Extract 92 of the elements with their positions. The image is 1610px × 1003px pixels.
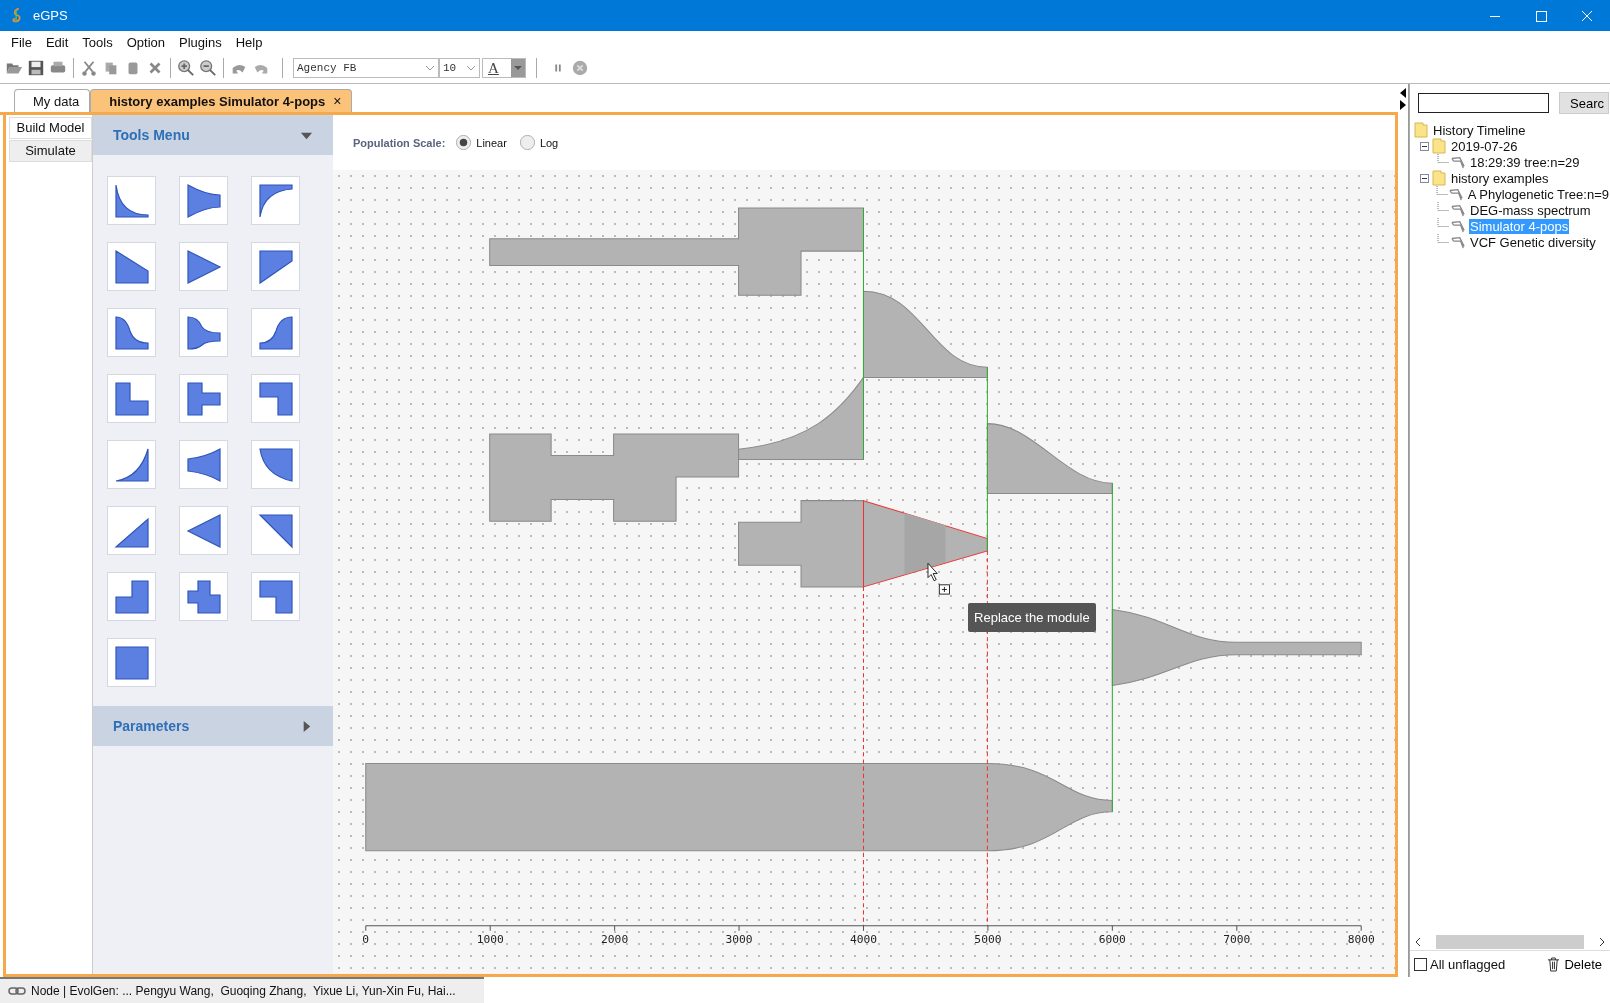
tree-guide-line	[1437, 234, 1449, 243]
chevron-down-icon	[466, 65, 476, 71]
shape-module-button[interactable]	[251, 308, 300, 357]
window-title: eGPS	[33, 8, 68, 23]
tree-item[interactable]: History Timeline	[1432, 122, 1527, 138]
scale-radio[interactable]: Linear	[455, 134, 507, 151]
close-tab-button[interactable]: ×	[333, 93, 342, 109]
shape-module-button[interactable]	[251, 176, 300, 225]
app-logo-icon	[11, 7, 23, 24]
shape-module-button[interactable]	[107, 506, 156, 555]
tree-record-icon	[1451, 218, 1465, 234]
side-tab[interactable]: Simulate	[9, 140, 92, 162]
shape-module-button[interactable]	[107, 308, 156, 357]
menu-item[interactable]: Help	[228, 34, 270, 50]
axis-label: 5000	[974, 933, 1002, 947]
shape-module-button[interactable]	[179, 572, 228, 621]
axis-label: 1000	[476, 933, 504, 947]
side-tab[interactable]: Build Model	[9, 117, 92, 139]
axis-label: 3000	[725, 933, 753, 947]
shape-module-button[interactable]	[179, 242, 228, 291]
scale-radio[interactable]: Log	[518, 134, 559, 151]
panel-title: Tools Menu	[113, 127, 190, 143]
link-icon	[8, 986, 26, 996]
menu-item[interactable]: Plugins	[172, 34, 229, 50]
font-size-dropdown[interactable]: 10	[439, 58, 480, 78]
axis-label: 7000	[1223, 933, 1251, 947]
splitter-arrows-icon[interactable]	[1400, 86, 1406, 110]
shape-module-button[interactable]	[107, 638, 156, 687]
shape-module-button[interactable]	[179, 440, 228, 489]
document-tab[interactable]: history examples Simulator 4-pops ×	[90, 89, 353, 112]
tree-item[interactable]: DEG-mass spectrum	[1469, 202, 1592, 218]
axis-label: 6000	[1098, 933, 1126, 947]
shape-module-button[interactable]	[251, 572, 300, 621]
panel-title: Parameters	[113, 718, 190, 734]
tooltip: Replace the module	[968, 603, 1096, 633]
search-field[interactable]	[1418, 93, 1549, 113]
font-dropdown[interactable]: Agency FB	[293, 58, 439, 78]
document-tab[interactable]: My data	[14, 89, 91, 112]
shape-module-button[interactable]	[107, 440, 156, 489]
tree-record-icon	[1451, 234, 1465, 250]
cut-icon[interactable]	[80, 59, 98, 77]
tree-guide-line	[1437, 202, 1449, 211]
tree-guide-line	[1437, 218, 1449, 227]
menu-item[interactable]: Edit	[38, 34, 76, 50]
shape-module-button[interactable]	[251, 242, 300, 291]
save-icon[interactable]	[27, 59, 45, 77]
collapse-toggle-icon[interactable]	[1419, 173, 1429, 183]
axis-label: 2000	[601, 933, 629, 947]
tree-item[interactable]: 2019-07-26	[1450, 138, 1519, 154]
axis-label: 0	[362, 933, 370, 947]
cursor-icon	[927, 562, 950, 595]
tree-item[interactable]: 18:29:39 tree:n=29	[1469, 154, 1581, 170]
shape-module-button[interactable]	[179, 374, 228, 423]
scroll-left-icon[interactable]	[1414, 937, 1422, 947]
shape-module-button[interactable]	[107, 374, 156, 423]
tree-record-icon	[1448, 186, 1463, 202]
tree-item[interactable]: history examples	[1450, 170, 1550, 186]
menu-item[interactable]: Option	[119, 34, 173, 50]
menu-item[interactable]: File	[4, 34, 39, 50]
folder-icon	[1432, 138, 1446, 154]
tree-guide-line	[1437, 154, 1449, 163]
tree-record-icon	[1451, 202, 1465, 218]
shape-module-button[interactable]	[179, 506, 228, 555]
folder-icon	[1414, 122, 1428, 138]
shape-module-button[interactable]	[179, 176, 228, 225]
delete-button[interactable]: Delete	[1547, 956, 1602, 972]
shape-module-button[interactable]	[107, 242, 156, 291]
collapse-toggle-icon[interactable]	[1419, 141, 1429, 151]
all-unflagged-checkbox[interactable]: All unflagged	[1414, 956, 1506, 972]
trash-icon	[1547, 956, 1561, 972]
shape-module-button[interactable]	[107, 572, 156, 621]
shape-module-button[interactable]	[251, 506, 300, 555]
shape-module-button[interactable]	[107, 176, 156, 225]
folder-icon	[1432, 170, 1446, 186]
population-scale-label: Population Scale:	[353, 136, 446, 149]
shape-module-button[interactable]	[251, 440, 300, 489]
tree-record-icon	[1451, 154, 1465, 170]
search-button[interactable]: Searc	[1559, 92, 1609, 114]
status-text: Node | EvolGen: ... Pengyu Wang, Guoqing Zhang, Yixue Li, Yun-Xin Fu, Hai...	[31, 984, 456, 998]
tree-guide-line	[1435, 186, 1448, 195]
text-color-button[interactable]: A	[482, 58, 526, 78]
shape-module-button[interactable]	[179, 308, 228, 357]
axis-label: 8000	[1347, 933, 1375, 947]
axis-label: 4000	[849, 933, 878, 947]
chevron-down-icon	[425, 65, 435, 71]
tree-item[interactable]: VCF Genetic diversity	[1469, 234, 1597, 250]
shape-module-button[interactable]	[251, 374, 300, 423]
tree-item[interactable]: A Phylogenetic Tree:n=9	[1466, 186, 1610, 202]
scroll-right-icon[interactable]	[1598, 937, 1606, 947]
zoom-out-icon[interactable]	[199, 59, 217, 77]
zoom-in-icon[interactable]	[177, 59, 195, 77]
menu-item[interactable]: Tools	[75, 34, 120, 50]
